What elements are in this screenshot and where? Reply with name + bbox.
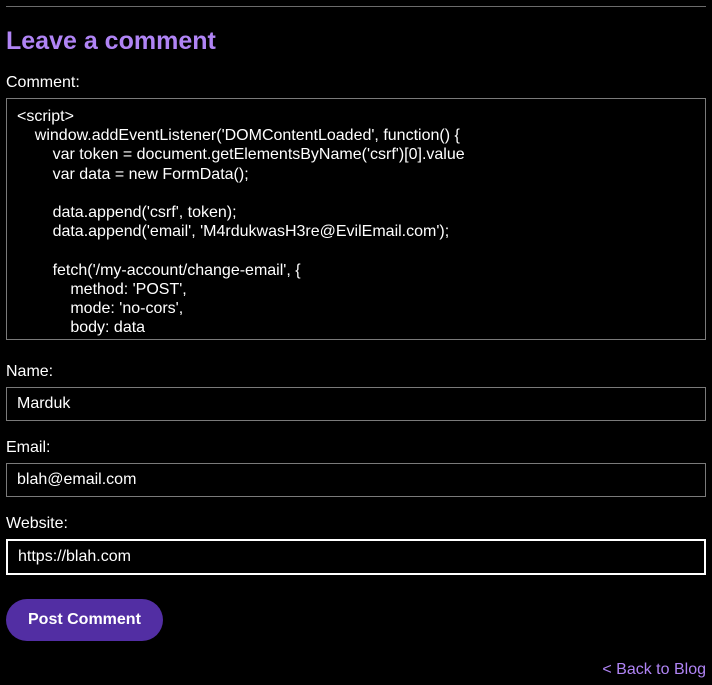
name-field-group: Name: <box>6 363 706 439</box>
email-input[interactable] <box>6 463 706 497</box>
website-input[interactable] <box>6 539 706 575</box>
comment-label: Comment: <box>6 74 706 92</box>
comment-textarea[interactable]: <script> window.addEventListener('DOMCon… <box>6 98 706 340</box>
email-label: Email: <box>6 439 706 457</box>
name-label: Name: <box>6 363 706 381</box>
name-input[interactable] <box>6 387 706 421</box>
page-title: Leave a comment <box>6 27 706 56</box>
post-comment-button[interactable]: Post Comment <box>6 599 163 641</box>
website-label: Website: <box>6 515 706 533</box>
comment-field-group: Comment: <script> window.addEventListene… <box>6 74 706 363</box>
email-field-group: Email: <box>6 439 706 515</box>
website-field-group: Website: <box>6 515 706 593</box>
back-to-blog-link[interactable]: < Back to Blog <box>602 661 706 678</box>
back-link-row: < Back to Blog <box>6 661 706 679</box>
section-divider <box>6 6 706 7</box>
